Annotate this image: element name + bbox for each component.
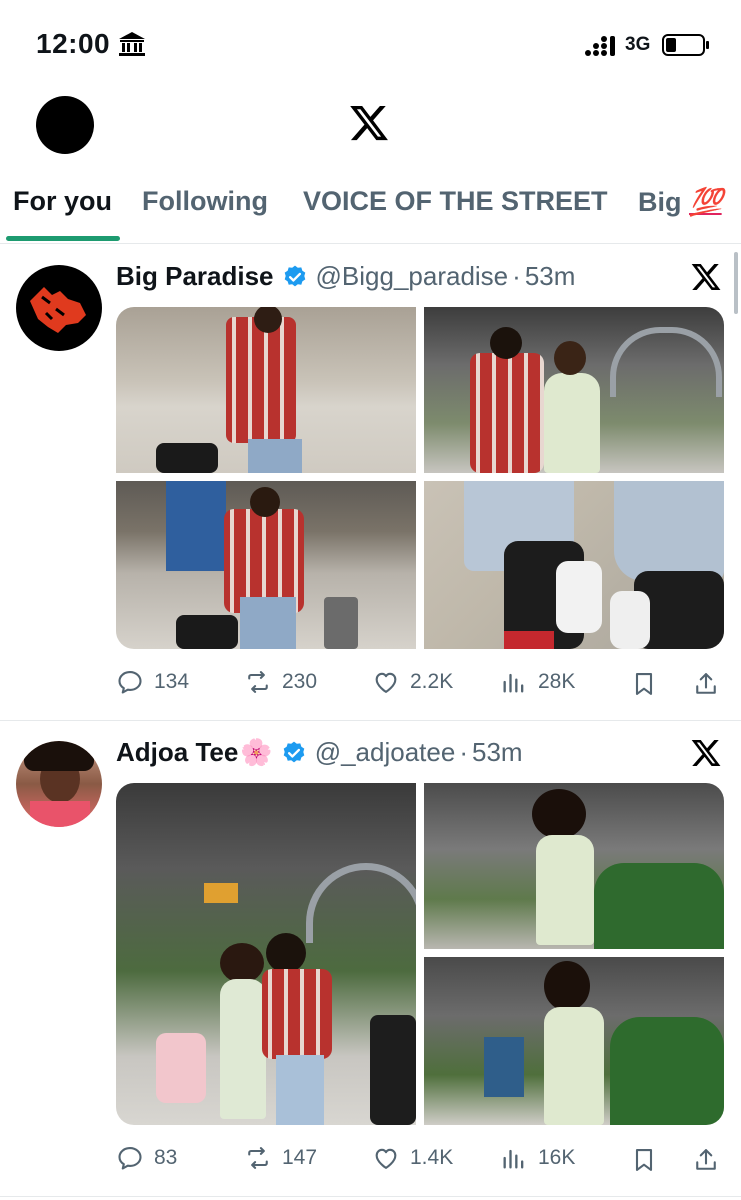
heart-icon — [375, 1148, 397, 1169]
views-icon — [503, 1149, 524, 1169]
tab-big-label: Big — [638, 187, 682, 217]
like-count: 2.2K — [410, 670, 454, 693]
author-handle[interactable]: @Bigg_paradise — [316, 261, 509, 292]
bank-icon — [119, 32, 145, 56]
bookmark-icon[interactable] — [630, 670, 658, 698]
repost-count: 147 — [282, 1146, 318, 1169]
like-button[interactable]: 1.4K — [372, 1144, 453, 1172]
media-grid — [116, 783, 724, 1125]
post-image[interactable] — [424, 481, 724, 649]
repost-icon — [248, 671, 268, 693]
separator-dot: · — [459, 737, 468, 767]
reply-button[interactable]: 134 — [116, 668, 189, 696]
grok-x-icon[interactable] — [690, 261, 722, 293]
post-time[interactable]: 53m — [525, 261, 576, 292]
post-image[interactable] — [116, 783, 416, 1125]
post-header: Adjoa Tee 🌸 @_adjoatee · 53m — [116, 737, 523, 768]
repost-button[interactable]: 147 — [244, 1144, 317, 1172]
battery-icon — [662, 34, 709, 56]
tab-voice-of-the-street[interactable]: VOICE OF THE STREET — [303, 186, 608, 217]
tab-big[interactable]: Big 💯 — [638, 186, 723, 218]
signal-icon — [585, 36, 615, 56]
reply-icon — [118, 671, 142, 694]
reply-icon — [118, 1147, 142, 1170]
post-actions: 134 230 2.2K 28K — [116, 668, 726, 702]
views-icon — [503, 673, 524, 693]
post-image[interactable] — [424, 957, 724, 1125]
reply-count: 134 — [154, 670, 190, 693]
post-card[interactable]: Adjoa Tee 🌸 @_adjoatee · 53m 83 147 1.4K… — [0, 721, 741, 1196]
flower-emoji: 🌸 — [240, 737, 273, 767]
post-image[interactable] — [116, 307, 416, 473]
post-header: Big Paradise @Bigg_paradise · 53m — [116, 261, 575, 292]
views-count: 16K — [538, 1146, 576, 1169]
like-count: 1.4K — [410, 1146, 454, 1169]
tab-for-you[interactable]: For you — [13, 186, 112, 217]
post-actions: 83 147 1.4K 16K — [116, 1144, 726, 1178]
views-button[interactable]: 28K — [500, 668, 575, 696]
avatar[interactable] — [16, 741, 102, 827]
post-time[interactable]: 53m — [472, 737, 523, 768]
post-card[interactable]: Big Paradise @Bigg_paradise · 53m 134 23… — [0, 245, 741, 720]
views-count: 28K — [538, 670, 576, 693]
timeline-tabs: For you Following VOICE OF THE STREET Bi… — [0, 170, 741, 244]
active-tab-indicator — [6, 236, 120, 241]
reply-button[interactable]: 83 — [116, 1144, 177, 1172]
tab-following[interactable]: Following — [142, 186, 268, 217]
reply-count: 83 — [154, 1146, 178, 1169]
repost-icon — [248, 1147, 268, 1169]
post-image[interactable] — [424, 783, 724, 949]
repost-button[interactable]: 230 — [244, 668, 317, 696]
bookmark-icon[interactable] — [630, 1146, 658, 1174]
x-logo — [350, 105, 388, 141]
views-button[interactable]: 16K — [500, 1144, 575, 1172]
post-image[interactable] — [424, 307, 724, 473]
network-label: 3G — [625, 34, 651, 55]
profile-avatar-button[interactable] — [36, 96, 94, 154]
avatar[interactable] — [16, 265, 102, 351]
author-handle[interactable]: @_adjoatee — [315, 737, 456, 768]
post-image[interactable] — [116, 481, 416, 649]
author-name[interactable]: Adjoa Tee — [116, 737, 238, 768]
share-icon[interactable] — [692, 1146, 720, 1174]
separator-dot: · — [512, 261, 521, 291]
status-bar: 12:00 3G — [0, 0, 741, 90]
grok-x-icon[interactable] — [690, 737, 722, 769]
share-icon[interactable] — [692, 670, 720, 698]
author-name[interactable]: Big Paradise — [116, 261, 274, 292]
post-divider — [0, 1196, 741, 1197]
media-grid — [116, 307, 724, 649]
heart-icon — [375, 672, 397, 693]
status-time: 12:00 — [36, 28, 111, 59]
hundred-emoji: 💯 — [689, 187, 723, 217]
verified-badge-icon — [284, 265, 305, 286]
verified-badge-icon — [283, 741, 304, 762]
like-button[interactable]: 2.2K — [372, 668, 453, 696]
repost-count: 230 — [282, 670, 318, 693]
